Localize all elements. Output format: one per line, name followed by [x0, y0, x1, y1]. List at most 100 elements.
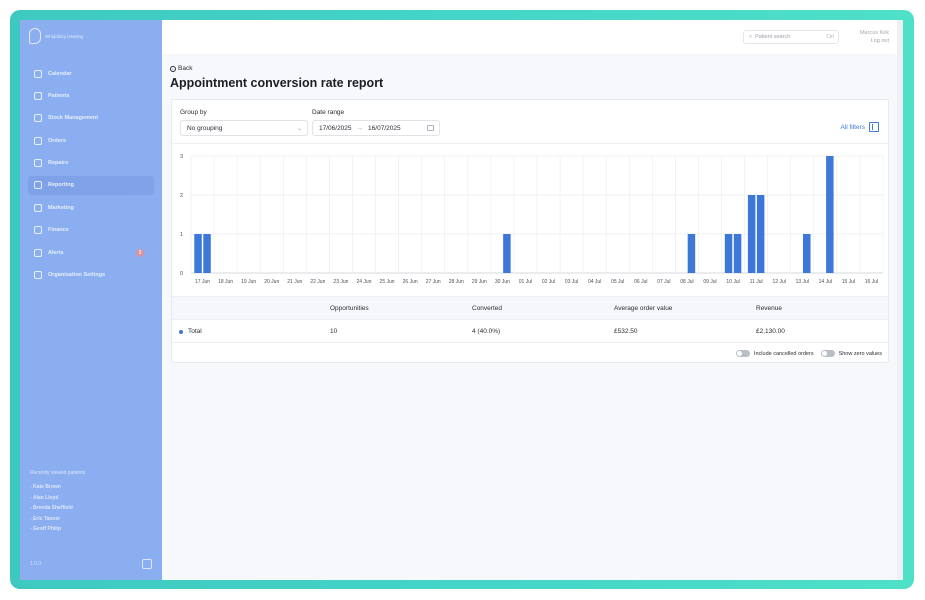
x-tick-label: 15 Jul — [842, 279, 855, 285]
all-filters-label: All filters — [840, 123, 865, 131]
col-converted: Converted — [472, 305, 502, 312]
x-tick-label: 06 Jul — [634, 279, 647, 285]
chart-toggles: Include cancelled orders Show zero value… — [735, 350, 882, 357]
sidebar-item-label: Reporting — [48, 182, 74, 189]
row-label: Total — [188, 328, 202, 335]
page-scrollbar[interactable] — [897, 20, 903, 580]
bar — [733, 234, 742, 273]
app-screen: Whiddleby Hearing Calendar Patients Stock … — [20, 20, 903, 580]
recent-patient-link[interactable]: - Eric Tanner — [30, 516, 85, 522]
recent-patient-link[interactable]: - Geoff Philip — [30, 526, 85, 532]
wrench-icon — [34, 159, 42, 168]
search-placeholder: Patient search — [755, 34, 791, 40]
row-revenue: £2,130.00 — [756, 328, 785, 335]
bar — [826, 156, 834, 273]
search-shortcut: Ctrl — [826, 34, 834, 40]
patient-search-input[interactable]: ⌕ Patient search Ctrl — [743, 30, 839, 44]
all-filters-button[interactable]: All filters — [840, 122, 879, 132]
x-tick-label: 29 Jun — [472, 279, 487, 285]
recent-patients-title: Recently viewed patients — [30, 470, 86, 476]
x-tick-label: 27 Jun — [426, 279, 441, 285]
panel-toggle-icon — [869, 122, 879, 132]
sidebar-item-marketing[interactable]: Marketing — [28, 198, 154, 217]
sidebar-item-repairs[interactable]: Repairs — [28, 154, 154, 173]
top-bar: ⌕ Patient search Ctrl Marcus Kirk Log ou… — [162, 20, 903, 54]
sidebar-item-label: Stock Management — [48, 115, 99, 122]
row-average-order-value: £532.50 — [614, 328, 638, 335]
x-tick-label: 21 Jun — [287, 279, 302, 285]
stock-icon — [34, 114, 42, 123]
sidebar-item-label: Calendar — [48, 70, 72, 77]
y-tick-label: 0 — [180, 271, 183, 277]
version-label: 1.0.0 — [30, 561, 42, 567]
x-tick-label: 23 Jun — [333, 279, 348, 285]
sidebar-nav: Calendar Patients Stock Management Orders Re… — [20, 64, 162, 288]
sidebar-item-label: Alerts — [48, 249, 64, 256]
bar — [803, 234, 811, 273]
x-tick-label: 08 Jul — [680, 279, 693, 285]
ear-logo-icon — [29, 28, 41, 44]
x-tick-label: 30 Jun — [495, 279, 510, 285]
date-from: 17/06/2025 — [319, 124, 352, 132]
sidebar-item-reporting[interactable]: Reporting — [28, 175, 154, 195]
user-menu[interactable]: Marcus Kirk Log out — [860, 29, 889, 45]
gear-icon — [34, 271, 42, 280]
page-title: Appointment conversion rate report — [170, 76, 384, 90]
sidebar-item-orders[interactable]: Orders — [28, 131, 154, 150]
filter-bar: Group by No grouping ⌄ Date range 17/06/… — [172, 100, 888, 144]
sidebar-item-stock-management[interactable]: Stock Management — [28, 109, 154, 128]
date-arrow: → — [356, 124, 364, 132]
include-cancelled-toggle[interactable]: Include cancelled orders — [735, 350, 814, 357]
sidebar-item-patients[interactable]: Patients — [28, 86, 154, 105]
sidebar-item-finance[interactable]: Finance — [28, 221, 154, 240]
sidebar-item-label: Finance — [48, 227, 69, 234]
x-tick-label: 19 Jun — [241, 279, 256, 285]
recent-patient-link[interactable]: - Alan Lloyd — [30, 495, 85, 501]
group-by-select[interactable]: No grouping ⌄ — [180, 120, 308, 136]
back-arrow-icon: ← — [170, 65, 176, 72]
x-tick-label: 22 Jun — [310, 279, 325, 285]
mail-icon — [34, 203, 42, 212]
row-opportunities: 10 — [330, 328, 338, 335]
report-card: Group by No grouping ⌄ Date range 17/06/… — [171, 99, 889, 363]
bar — [687, 234, 696, 273]
recent-patient-link[interactable]: - Brenda Sheffield — [30, 505, 85, 511]
search-icon: ⌕ — [749, 33, 753, 40]
group-by-label: Group by — [180, 109, 207, 116]
user-name: Marcus Kirk — [859, 30, 889, 36]
back-link[interactable]: ← Back — [170, 65, 192, 72]
x-tick-label: 09 Jul — [703, 279, 716, 285]
sidebar-item-organisation-settings[interactable]: Organisation Settings — [28, 266, 154, 285]
finance-icon — [34, 226, 42, 235]
row-converted: 4 (40.0%) — [472, 328, 501, 335]
sidebar-item-calendar[interactable]: Calendar — [28, 64, 154, 83]
group-by-value: No grouping — [187, 124, 223, 132]
table-row: Total 10 4 (40.0%) £532.50 £2,130.00 — [172, 320, 888, 343]
collapse-sidebar-icon[interactable] — [142, 559, 152, 569]
logo-text: Whiddleby Hearing — [45, 33, 84, 39]
x-tick-label: 02 Jul — [542, 279, 555, 285]
x-tick-label: 10 Jul — [726, 279, 739, 285]
back-label: Back — [178, 65, 193, 72]
x-tick-label: 05 Jul — [611, 279, 624, 285]
show-zero-values-toggle[interactable]: Show zero values — [820, 350, 882, 357]
x-tick-label: 25 Jun — [380, 279, 395, 285]
col-average-order-value: Average order value — [614, 305, 673, 312]
logout-link[interactable]: Log out — [860, 37, 889, 45]
sidebar-item-alerts[interactable]: Alerts 3 — [28, 243, 154, 262]
x-tick-label: 07 Jul — [657, 279, 670, 285]
date-range-picker[interactable]: 17/06/2025 → 16/07/2025 — [312, 120, 440, 136]
bar — [194, 234, 202, 273]
x-tick-label: 26 Jun — [403, 279, 418, 285]
x-tick-label: 11 Jul — [750, 279, 763, 285]
chart-icon — [34, 181, 42, 190]
y-tick-label: 2 — [180, 193, 183, 199]
date-to: 16/07/2025 — [368, 124, 401, 132]
series-dot-icon — [179, 330, 183, 334]
x-tick-label: 24 Jun — [356, 279, 371, 285]
y-tick-label: 3 — [180, 154, 183, 160]
toggle-switch-icon — [820, 350, 835, 357]
recent-patient-link[interactable]: - Kate Brown — [30, 484, 85, 490]
alert-count-badge: 3 — [136, 248, 144, 257]
app-logo[interactable]: Whiddleby Hearing — [29, 28, 85, 44]
